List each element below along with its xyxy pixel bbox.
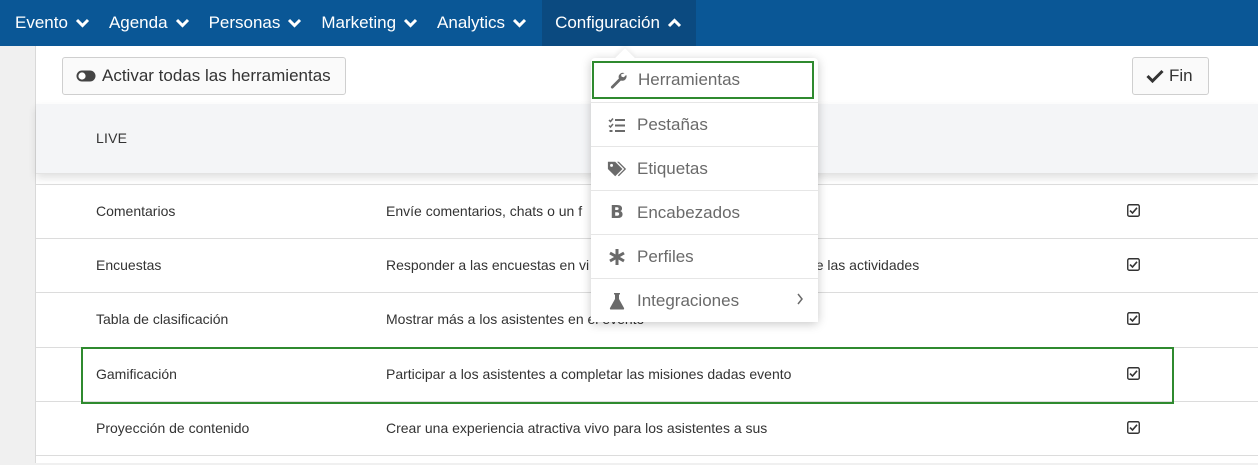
chevron-down-icon: [403, 18, 418, 28]
done-button[interactable]: Fin: [1132, 57, 1209, 95]
table-row-divider: [36, 455, 1258, 465]
tool-description: Responder a las encuestas en vi: [386, 257, 590, 273]
toggle-icon: [76, 70, 96, 82]
check-icon: [1146, 69, 1164, 83]
activate-all-tools-label: Activar todas las herramientas: [102, 66, 331, 85]
chevron-down-icon: [288, 18, 302, 28]
nav-evento[interactable]: Evento: [0, 0, 105, 46]
nav-agenda[interactable]: Agenda: [105, 0, 205, 46]
nav-personas-label: Personas: [208, 13, 281, 32]
nav-analytics[interactable]: Analytics: [433, 0, 542, 46]
menu-item-label: Etiquetas: [637, 158, 708, 178]
nav-analytics-label: Analytics: [437, 13, 506, 32]
tool-name: Comentarios: [96, 203, 176, 219]
done-label: Fin: [1169, 66, 1193, 85]
list-checks-icon: [607, 115, 627, 135]
menu-item-etiquetas[interactable]: Etiquetas: [591, 146, 818, 190]
nav-configuracion-label: Configuración: [555, 13, 660, 32]
nav-marketing-label: Marketing: [321, 13, 397, 32]
menu-item-perfiles[interactable]: Perfiles: [591, 234, 818, 278]
configuration-dropdown-menu: Herramientas Pestañas Etiquetas B Encabe…: [591, 48, 818, 322]
checkbox-checked-icon[interactable]: [1127, 258, 1140, 271]
tool-description: Crear una experiencia atractiva vivo par…: [386, 420, 768, 436]
tool-description: Envíe comentarios, chats o un f: [386, 203, 583, 219]
chevron-up-icon: [667, 18, 682, 28]
menu-item-herramientas[interactable]: Herramientas: [592, 61, 814, 99]
table-row: Gamificación Participar a los asistentes…: [36, 347, 1258, 401]
tool-name: Proyección de contenido: [96, 420, 250, 436]
chevron-down-icon: [75, 18, 89, 28]
section-header-label: LIVE: [96, 130, 128, 146]
menu-item-label: Integraciones: [637, 290, 740, 310]
checkbox-checked-icon[interactable]: [1127, 312, 1140, 325]
menu-item-label: Perfiles: [637, 246, 694, 266]
wrench-icon: [608, 70, 628, 90]
chevron-right-icon: [797, 293, 803, 305]
menu-item-label: Herramientas: [638, 70, 741, 89]
menu-item-encabezados[interactable]: B Encabezados: [591, 190, 818, 234]
menu-item-label: Encabezados: [637, 202, 741, 222]
top-navigation-bar: Evento Agenda Personas Marketing Analyti…: [0, 0, 1258, 46]
tool-name: Tabla de clasificación: [96, 311, 229, 327]
nav-personas[interactable]: Personas: [205, 0, 318, 46]
nav-marketing[interactable]: Marketing: [317, 0, 433, 46]
bold-icon: B: [610, 202, 624, 223]
activate-all-tools-button[interactable]: Activar todas las herramientas: [62, 57, 346, 95]
checkbox-checked-icon[interactable]: [1127, 367, 1140, 380]
chevron-down-icon: [175, 18, 189, 28]
table-row: Proyección de contenido Crear una experi…: [36, 401, 1258, 455]
nav-agenda-label: Agenda: [108, 13, 168, 32]
chevron-down-icon: [513, 18, 527, 28]
checkbox-checked-icon[interactable]: [1127, 204, 1140, 217]
asterisk-icon: [607, 247, 627, 267]
tags-icon: [607, 159, 627, 179]
flask-icon: [607, 291, 627, 311]
checkbox-checked-icon[interactable]: [1127, 421, 1140, 434]
menu-item-label: Pestañas: [637, 114, 708, 134]
tool-name: Gamificación: [96, 366, 177, 382]
nav-evento-label: Evento: [15, 13, 68, 32]
tool-name: Encuestas: [96, 257, 162, 273]
menu-item-integraciones[interactable]: Integraciones: [591, 278, 818, 322]
tool-description: Participar a los asistentes a completar …: [386, 366, 792, 382]
nav-configuracion[interactable]: Configuración: [542, 0, 696, 46]
menu-item-pestanas[interactable]: Pestañas: [591, 102, 818, 146]
